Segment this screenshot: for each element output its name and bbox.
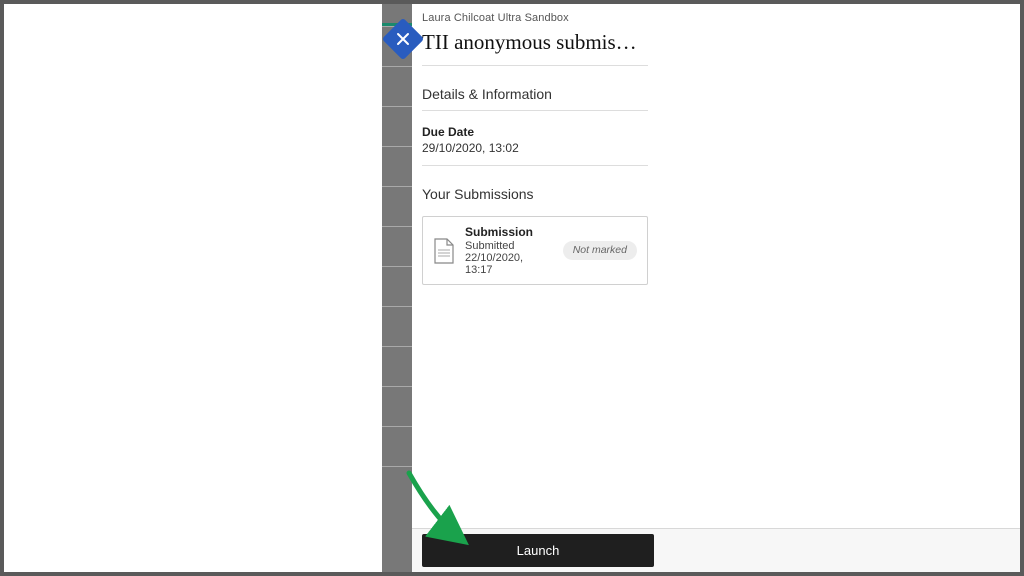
due-date-value: 29/10/2020, 13:02 <box>422 141 648 155</box>
assignment-title: TII anonymous submis… <box>422 30 648 66</box>
close-icon <box>396 32 410 46</box>
submissions-section-heading: Your Submissions <box>422 172 648 210</box>
course-label: Laura Chilcoat Ultra Sandbox <box>422 12 648 24</box>
document-icon <box>433 238 455 264</box>
submission-title: Submission <box>465 225 553 239</box>
content-sidebar-strip <box>382 4 412 572</box>
details-section-heading: Details & Information <box>422 72 648 111</box>
due-date-block: Due Date 29/10/2020, 13:02 <box>422 117 648 166</box>
submission-subtitle: Submitted 22/10/2020, 13:17 <box>465 240 553 276</box>
submission-status-badge: Not marked <box>563 241 637 261</box>
due-date-label: Due Date <box>422 125 648 139</box>
submission-text: Submission Submitted 22/10/2020, 13:17 <box>465 225 553 276</box>
panel-footer: Launch <box>412 528 1020 572</box>
launch-button[interactable]: Launch <box>422 534 654 567</box>
assignment-panel: Laura Chilcoat Ultra Sandbox TII anonymo… <box>412 4 1020 572</box>
submission-card[interactable]: Submission Submitted 22/10/2020, 13:17 N… <box>422 216 648 285</box>
